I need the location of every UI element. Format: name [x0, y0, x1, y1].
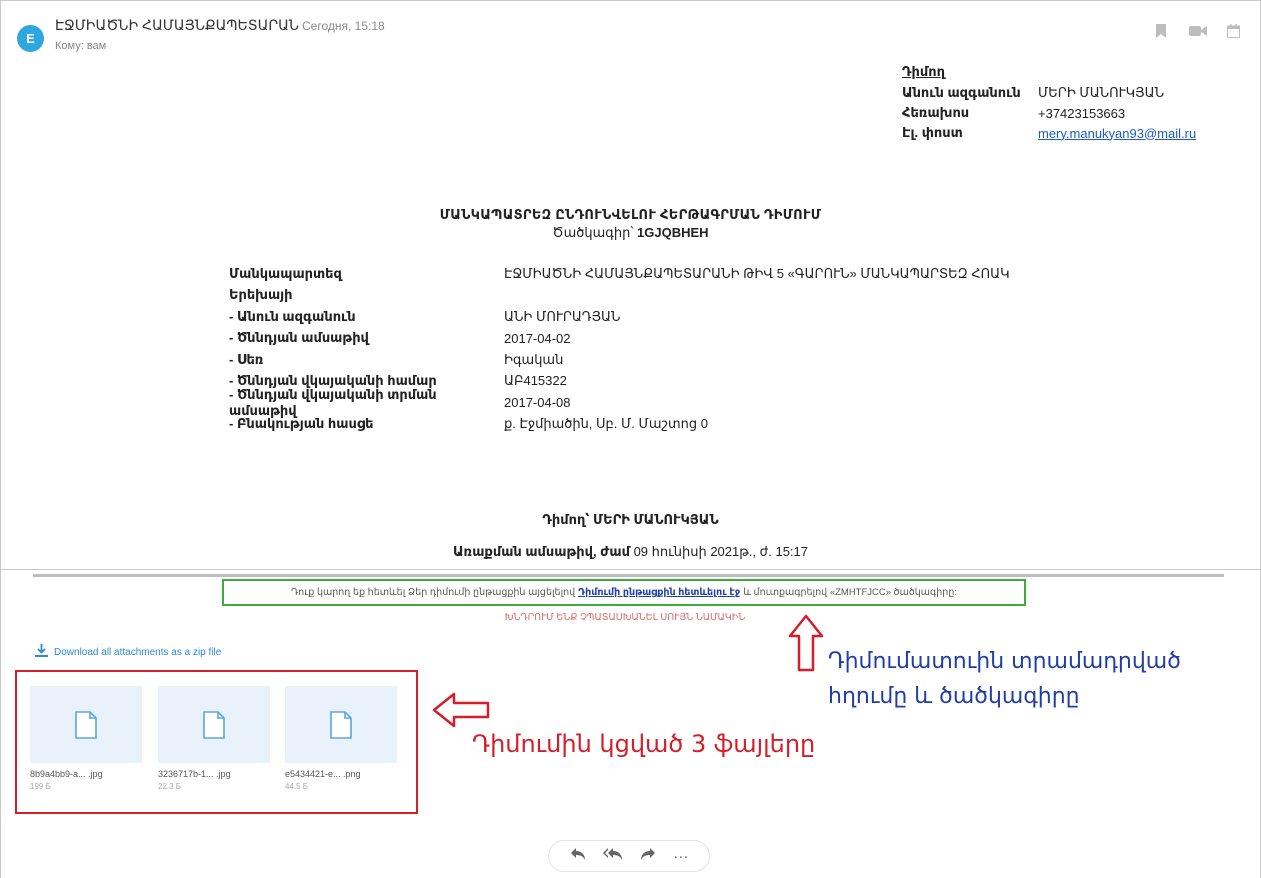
- file-icon: [75, 710, 97, 739]
- detail-label: - Անուն ազգանուն: [229, 308, 356, 324]
- detail-value: 2017-04-02: [504, 330, 571, 346]
- detail-row: - Բնակության հասցե ք. Էջմիածին, Սբ. Մ. Մ…: [229, 414, 1010, 436]
- detail-value: ԱՆԻ ՄՈՒՐԱԴՅԱՆ: [504, 308, 621, 324]
- detail-label: - Սեռ: [229, 351, 264, 367]
- reply-all-icon[interactable]: [602, 847, 623, 865]
- attachment-file[interactable]: 8b9a4bb9-a... .jpg 199 Б: [30, 686, 142, 791]
- applicant-email-link[interactable]: mery.manukyan93@mail.ru: [1038, 126, 1196, 141]
- applicant-phone-value: +37423153663: [1038, 105, 1126, 121]
- applicant-email-row: Էլ. փոստ mery.manukyan93@mail.ru: [902, 123, 1196, 143]
- detail-row: Երեխայի: [229, 285, 1010, 307]
- file-name: 3236717b-1... .jpg: [158, 769, 231, 779]
- applicant-phone-row: Հեռախոս +37423153663: [902, 103, 1196, 123]
- application-title-block: ՄԱՆԿԱՊԱՏՐԵԶ ԸՆԴՈՒՆՎԵԼՈՒ ՀԵՐԹԱԳՐՄԱՆ ԴԻՄՈՒ…: [0, 207, 1261, 241]
- file-name: 8b9a4bb9-a... .jpg: [30, 769, 103, 779]
- applicant-heading: Դիմող: [902, 64, 945, 79]
- submitted-value: 09 հունիսի 2021թ., ժ. 15:17: [633, 544, 808, 559]
- detail-label: - Ծննդյան ամսաթիվ: [229, 330, 369, 346]
- video-icon[interactable]: [1189, 24, 1207, 41]
- detail-label: Երեխայի: [229, 287, 293, 303]
- detail-label: - Բնակության հասցե: [229, 416, 374, 432]
- detail-value: ԱԲ415322: [504, 373, 567, 389]
- applicant-name-row: Անուն ազգանուն ՄԵՐԻ ՄԱՆՈՒԿՅԱՆ: [902, 83, 1196, 103]
- detail-row: - Ծննդյան վկայականի տրման ամսաթիվ 2017-0…: [229, 387, 1010, 418]
- attachment-file[interactable]: e5434421-e... .png 44.5 Б: [285, 686, 397, 791]
- file-icon: [330, 710, 352, 739]
- applicant-email-value: mery.manukyan93@mail.ru: [1038, 126, 1196, 141]
- file-icon: [203, 710, 225, 739]
- sender-name[interactable]: ԷՋՄԻԱԾՆԻ ՀԱՄԱՅՆՔԱՊԵՏԱՐԱՆ: [55, 17, 299, 33]
- message-action-bar: ···: [548, 840, 710, 872]
- detail-value: Իգական: [504, 351, 564, 367]
- application-details: Մանկապարտեզ ԷՋՄԻԱԾՆԻ ՀԱՄԱՅՆՔԱՊԵՏԱՐԱՆԻ ԹԻ…: [229, 263, 1010, 435]
- detail-value: ք. Էջմիածին, Սբ. Մ. Մաշտոց 0: [504, 416, 708, 432]
- application-code: 1GJQBHEH: [637, 225, 709, 240]
- more-icon[interactable]: ···: [673, 848, 688, 865]
- application-code-line: Ծածկագիր՝ 1GJQBHEH: [0, 225, 1261, 241]
- file-thumbnail[interactable]: [30, 686, 142, 763]
- message-date: Сегодня, 15:18: [302, 19, 385, 33]
- tracking-annotation: Դիմումատուին տրամադրված հղումը և ծածկագի…: [828, 644, 1181, 714]
- applicant-phone-label: Հեռախոս: [902, 105, 970, 120]
- attachment-file[interactable]: 3236717b-1... .jpg 22.3 Б: [158, 686, 270, 791]
- submitted-line: Առաքման ամսաթիվ, ժամ 09 հունիսի 2021թ., …: [0, 544, 1261, 560]
- sender-line: ԷՋՄԻԱԾՆԻ ՀԱՄԱՅՆՔԱՊԵՏԱՐԱՆ Сегодня, 15:18: [55, 17, 385, 34]
- file-thumbnail[interactable]: [158, 686, 270, 763]
- file-thumbnail[interactable]: [285, 686, 397, 763]
- detail-row: - Սեռ Իգական: [229, 349, 1010, 371]
- application-code-label: Ծածկագիր՝: [552, 225, 634, 240]
- file-size: 44.5 Б: [285, 782, 309, 791]
- detail-label: - Ծննդյան վկայականի տրման ամսաթիվ: [229, 386, 437, 418]
- tracking-info-box: Դուք կարող եք հետևել Ձեր դիմումի ընթացքի…: [222, 579, 1026, 606]
- calendar-icon[interactable]: [1225, 24, 1241, 41]
- reply-icon[interactable]: [570, 847, 586, 865]
- sender-avatar[interactable]: E: [17, 25, 44, 52]
- message-toolbar: [1153, 24, 1241, 41]
- applicant-name-label: Անուն ազգանուն: [902, 85, 1021, 100]
- tracking-text-before: Դուք կարող եք հետևել Ձեր դիմումի ընթացքի…: [291, 587, 576, 598]
- detail-value: 2017-04-08: [504, 395, 571, 411]
- tracking-annotation-line2: հղումը և ծածկագիրը: [828, 684, 1080, 709]
- detail-row: Մանկապարտեզ ԷՋՄԻԱԾՆԻ ՀԱՄԱՅՆՔԱՊԵՏԱՐԱՆԻ ԹԻ…: [229, 263, 1010, 285]
- no-reply-warning: ԽՆԴՐՈՒՄ ԵՆՔ ՉՊԱՏԱՍԽԱՆԵԼ ՍՈՒՅՆ ՆԱՄԱԿԻՆ: [504, 612, 746, 623]
- download-icon: [35, 644, 48, 660]
- file-size: 22.3 Б: [158, 782, 182, 791]
- detail-label: Մանկապարտեզ: [229, 265, 342, 281]
- attachments-annotation: Դիմումին կցված 3 ֆայլերը: [472, 730, 816, 758]
- applicant-email-label: Էլ. փոստ: [902, 125, 963, 140]
- detail-value: ԷՋՄԻԱԾՆԻ ՀԱՄԱՅՆՔԱՊԵՏԱՐԱՆԻ ԹԻՎ 5 «ԳԱՐՈՒՆ»…: [504, 265, 1010, 281]
- submitted-label: Առաքման ամսաթիվ, ժամ: [452, 544, 630, 559]
- applicant-block: Դիմող Անուն ազգանուն ՄԵՐԻ ՄԱՆՈՒԿՅԱՆ Հեռա…: [902, 64, 1196, 143]
- application-title: ՄԱՆԿԱՊԱՏՐԵԶ ԸՆԴՈՒՆՎԵԼՈՒ ՀԵՐԹԱԳՐՄԱՆ ԴԻՄՈՒ…: [439, 207, 822, 222]
- section-divider: [33, 574, 1224, 577]
- recipient-line: Кому: вам: [55, 40, 107, 52]
- forward-icon[interactable]: [640, 847, 656, 865]
- file-size: 199 Б: [30, 782, 51, 791]
- download-all-label: Download all attachments as a zip file: [54, 646, 222, 658]
- applicant-name-value: ՄԵՐԻ ՄԱՆՈՒԿՅԱՆ: [1038, 85, 1165, 100]
- detail-row: - Ծննդյան ամսաթիվ 2017-04-02: [229, 328, 1010, 350]
- download-all-link[interactable]: Download all attachments as a zip file: [35, 644, 221, 660]
- tracking-text-after: և մուտքագրելով «ZMHTFJCC» ծածկագիրը:: [743, 587, 957, 598]
- tracking-link[interactable]: Դիմումի ընթացքին հետևելու էջ: [578, 587, 740, 598]
- applicant-signature: Դիմող՝ ՄԵՐԻ ՄԱՆՈՒԿՅԱՆ: [542, 512, 719, 527]
- tracking-annotation-line1: Դիմումատուին տրամադրված: [828, 649, 1181, 674]
- arrow-up-icon: [788, 614, 824, 672]
- detail-row: - Անուն ազգանուն ԱՆԻ ՄՈՒՐԱԴՅԱՆ: [229, 306, 1010, 328]
- bookmark-icon[interactable]: [1153, 24, 1169, 41]
- arrow-left-icon: [432, 692, 490, 728]
- file-name: e5434421-e... .png: [285, 769, 361, 779]
